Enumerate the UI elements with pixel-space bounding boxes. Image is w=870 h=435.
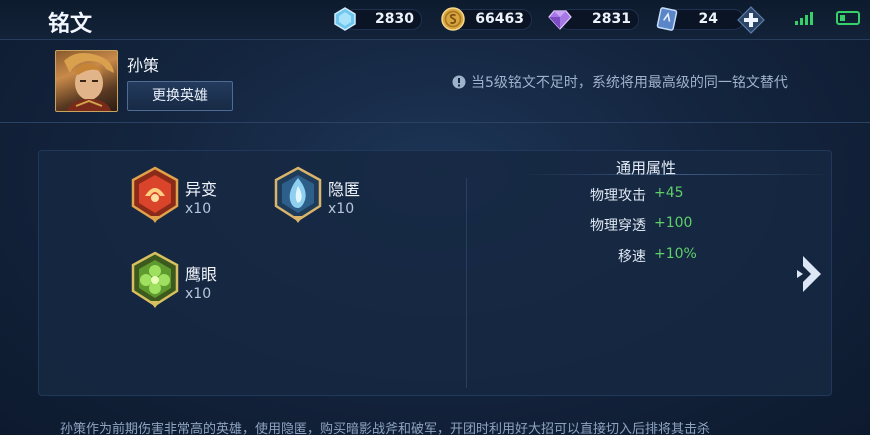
notice-label: 当5级铭文不足时，系统将用最高级的同一铭文替代 xyxy=(471,75,788,91)
attribute-row: 物理穿透 +100 xyxy=(500,215,760,235)
attribute-name: 物理穿透 xyxy=(590,218,646,234)
panel-separator xyxy=(466,178,467,388)
gold-resource[interactable]: 66463 xyxy=(440,6,532,32)
next-arrow-icon[interactable] xyxy=(795,252,827,296)
attribute-name: 移速 xyxy=(618,249,646,265)
rune-count: x10 xyxy=(185,201,212,217)
rune-count: x10 xyxy=(328,201,355,217)
stealth-rune-icon xyxy=(274,166,322,223)
ticket-resource[interactable]: 24 xyxy=(654,6,744,32)
rune-name: 异变 xyxy=(185,180,218,199)
signal-icon xyxy=(795,12,813,25)
attribute-value: +10% xyxy=(654,246,697,262)
add-ticket-button[interactable] xyxy=(737,6,765,34)
gem-icon xyxy=(548,10,572,30)
diamond-count: 2830 xyxy=(375,11,414,27)
gold-count: 66463 xyxy=(475,11,524,27)
battery-icon xyxy=(836,11,860,25)
ticket-icon xyxy=(656,7,678,31)
page-title: 铭文 xyxy=(48,12,93,37)
rune-name: 鹰眼 xyxy=(185,265,218,284)
attributes-title: 通用属性 xyxy=(616,159,677,177)
info-icon xyxy=(452,75,466,89)
diamond-resource[interactable]: 2830 xyxy=(332,6,422,32)
hero-avatar[interactable] xyxy=(55,50,118,112)
hero-portrait-icon xyxy=(64,53,114,111)
section-divider xyxy=(0,122,870,123)
rune-name: 隐匿 xyxy=(328,180,361,199)
attribute-name: 物理攻击 xyxy=(590,188,646,204)
gold-coin-icon xyxy=(441,7,465,31)
attribute-row: 移速 +10% xyxy=(500,246,760,266)
mutation-rune-icon xyxy=(131,166,179,223)
rune-count: x10 xyxy=(185,286,212,302)
gem-count: 2831 xyxy=(592,11,631,27)
top-bar: 铭文 2830 66463 2831 24 xyxy=(0,0,870,40)
attribute-value: +100 xyxy=(654,215,693,231)
gem-resource[interactable]: 2831 xyxy=(547,6,639,32)
change-hero-button[interactable]: 更换英雄 xyxy=(127,81,233,111)
hero-name: 孙策 xyxy=(127,56,160,75)
notice-text: 当5级铭文不足时，系统将用最高级的同一铭文替代 xyxy=(452,72,788,92)
hawkeye-rune-icon xyxy=(131,251,179,308)
hero-description: 孙策作为前期伤害非常高的英雄，使用隐匿，购买暗影战斧和破军，开团时利用好大招可以… xyxy=(60,422,711,435)
attribute-row: 物理攻击 +45 xyxy=(500,185,760,205)
attribute-value: +45 xyxy=(654,185,684,201)
diamond-icon xyxy=(334,7,356,31)
